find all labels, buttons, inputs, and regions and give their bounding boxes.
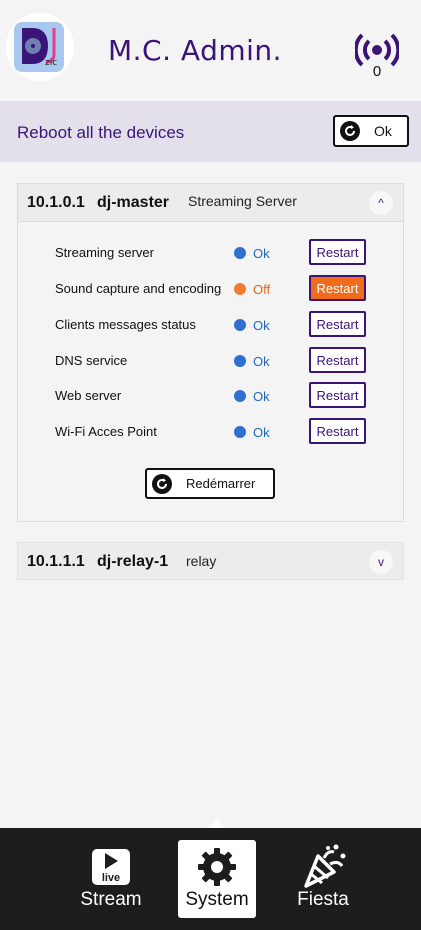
reload-icon <box>340 121 360 141</box>
reboot-device-label: Redémarrer <box>186 476 256 491</box>
nav-label: Fiesta <box>297 889 349 910</box>
device-name: dj-relay-1 <box>97 553 169 570</box>
reload-icon <box>152 473 172 494</box>
service-status: Ok <box>253 389 270 404</box>
device-name: dj-master <box>97 194 170 211</box>
device-header[interactable]: 10.1.0.1 dj-master Streaming Server ^ <box>18 184 403 222</box>
service-status: Ok <box>253 246 270 261</box>
restart-button[interactable]: Restart <box>309 347 366 373</box>
device-panel-dj-relay-1[interactable]: 10.1.1.1 dj-relay-1 relay v <box>17 542 404 580</box>
service-label: Clients messages status <box>55 317 196 332</box>
live-play-icon: live <box>92 849 130 885</box>
service-status: Ok <box>253 318 270 333</box>
restart-button[interactable]: Restart <box>309 311 366 337</box>
reboot-all-ok-button[interactable]: Ok <box>333 115 409 147</box>
restart-button[interactable]: Restart <box>309 275 366 301</box>
nav-label: Stream <box>80 889 142 910</box>
service-row: DNS service Ok Restart <box>18 347 403 373</box>
nav-item-fiesta[interactable]: Fiesta <box>284 840 362 918</box>
device-role: Streaming Server <box>188 193 297 209</box>
service-status: Ok <box>253 354 270 369</box>
service-status: Ok <box>253 425 270 440</box>
gear-icon <box>198 848 236 886</box>
nav-item-stream[interactable]: live Stream <box>72 840 150 918</box>
service-row: Sound capture and encoding Off Restart <box>18 275 403 301</box>
reboot-device-button[interactable]: Redémarrer <box>145 468 275 499</box>
nav-label: System <box>185 889 249 910</box>
status-dot-icon <box>234 390 246 402</box>
device-ip: 10.1.1.1 <box>27 553 85 570</box>
reboot-all-label: Reboot all the devices <box>17 123 185 142</box>
service-row: Clients messages status Ok Restart <box>18 311 403 337</box>
service-label: DNS service <box>55 353 128 368</box>
service-row: Web server Ok Restart <box>18 382 403 408</box>
restart-button[interactable]: Restart <box>309 382 366 408</box>
live-badge-text: live <box>102 872 120 884</box>
party-popper-icon <box>304 844 346 888</box>
restart-button[interactable]: Restart <box>309 418 366 444</box>
service-label: Web server <box>55 388 122 403</box>
page-title: M.C. Admin. <box>108 34 283 67</box>
status-dot-icon <box>234 283 246 295</box>
expand-chevron-icon[interactable]: v <box>369 550 393 574</box>
broadcast-count: 0 <box>372 63 382 80</box>
restart-button[interactable]: Restart <box>309 239 366 265</box>
service-row: Wi-Fi Acces Point Ok Restart <box>18 418 403 444</box>
device-ip: 10.1.0.1 <box>27 194 85 211</box>
bottom-nav: live Stream System Fiesta <box>0 828 421 930</box>
nav-item-system[interactable]: System <box>178 840 256 918</box>
app-header: zic M.C. Admin. 0 <box>0 0 421 101</box>
status-dot-icon <box>234 319 246 331</box>
collapse-chevron-icon[interactable]: ^ <box>369 191 393 215</box>
status-dot-icon <box>234 247 246 259</box>
status-dot-icon <box>234 426 246 438</box>
logo-sub-text: zic <box>45 58 58 68</box>
service-label: Wi-Fi Acces Point <box>55 424 157 439</box>
service-label: Streaming server <box>55 245 154 260</box>
dj-logo-icon: zic <box>14 22 64 72</box>
service-status: Off <box>253 282 271 297</box>
device-role: relay <box>186 553 217 569</box>
status-dot-icon <box>234 355 246 367</box>
service-row: Streaming server Ok Restart <box>18 239 403 265</box>
ok-button-label: Ok <box>374 123 392 139</box>
service-label: Sound capture and encoding <box>55 281 222 296</box>
app-logo: zic <box>6 13 74 81</box>
